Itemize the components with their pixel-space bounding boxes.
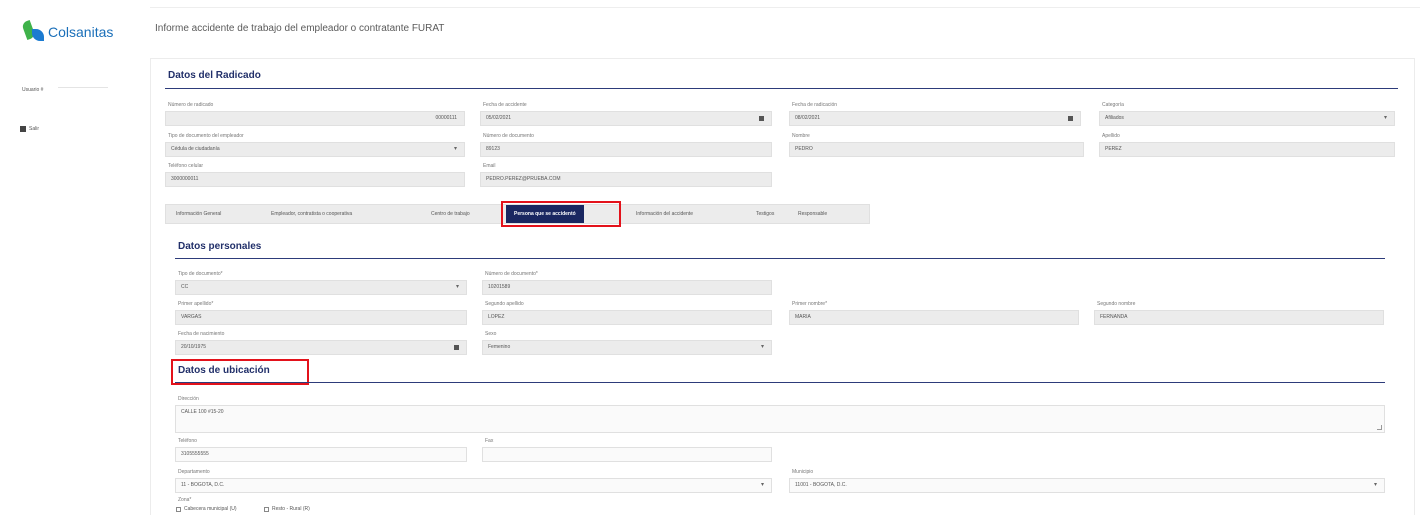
- label-segundo-apellido: Segundo apellido: [485, 301, 524, 307]
- section-divider-ubicacion: [175, 382, 1385, 383]
- tipo-doc-empleador-select[interactable]: Cédula de ciudadanía ▾: [165, 142, 465, 157]
- label-fecha-nacimiento: Fecha de nacimiento: [178, 331, 225, 337]
- label-tipo-doc: Tipo de documento*: [178, 271, 223, 277]
- highlight-box-active-tab: [501, 201, 621, 227]
- tab-testigos[interactable]: Testigos: [756, 205, 774, 223]
- chevron-down-icon: ▾: [760, 344, 764, 350]
- tab-informacion-accidente[interactable]: Información del accidente: [636, 205, 693, 223]
- label-email: Email: [483, 163, 496, 169]
- telefono-celular-field: 3000000011: [165, 172, 465, 187]
- label-fecha-accidente: Fecha de accidente: [483, 102, 527, 108]
- zona-urbana-radio[interactable]: Cabecera municipal (U): [176, 506, 237, 512]
- label-telefono-celular: Teléfono celular: [168, 163, 204, 169]
- direccion-textarea[interactable]: CALLE 100 #15-20: [175, 405, 1385, 433]
- telefono-input[interactable]: 3105555555: [175, 447, 467, 462]
- label-segundo-nombre: Segundo nombre: [1097, 301, 1136, 307]
- segundo-nombre-field: FERNANDA: [1094, 310, 1384, 325]
- label-departamento: Departamento: [178, 469, 210, 475]
- label-numero-radicado: Número de radicado: [168, 102, 214, 108]
- colsanitas-logo[interactable]: Colsanitas: [21, 20, 114, 44]
- numero-doc-field: 89123: [480, 142, 772, 157]
- label-fax: Fax: [485, 438, 494, 444]
- chevron-down-icon: ▾: [455, 284, 459, 290]
- label-primer-apellido: Primer apellido*: [178, 301, 214, 307]
- fecha-radicacion-field[interactable]: 08/02/2021: [789, 111, 1081, 126]
- logo-text: Colsanitas: [48, 24, 114, 40]
- tab-informacion-general[interactable]: Información General: [176, 205, 221, 223]
- tab-responsable[interactable]: Responsable: [798, 205, 827, 223]
- label-direccion: Dirección: [178, 396, 199, 402]
- label-nombre: Nombre: [792, 133, 810, 139]
- segundo-apellido-field: LOPEZ: [482, 310, 772, 325]
- label-telefono: Teléfono: [178, 438, 197, 444]
- departamento-select[interactable]: 11 - BOGOTA, D.C. ▾: [175, 478, 772, 493]
- section-title-radicado: Datos del Radicado: [168, 70, 261, 81]
- logout-button[interactable]: Salir: [20, 126, 39, 132]
- fax-input[interactable]: [482, 447, 772, 462]
- apellido-field: PEREZ: [1099, 142, 1395, 157]
- label-primer-nombre: Primer nombre*: [792, 301, 828, 307]
- sidebar-user-label: Usuario #: [22, 87, 44, 93]
- chevron-down-icon: ▾: [1373, 482, 1377, 488]
- label-tipo-doc-empleador: Tipo de documento del empleador: [168, 133, 244, 139]
- zona-rural-checkbox[interactable]: [264, 506, 269, 512]
- tipo-doc-select[interactable]: CC ▾: [175, 280, 467, 295]
- section-title-personales: Datos personales: [178, 241, 262, 252]
- label-fecha-radicacion: Fecha de radicación: [792, 102, 838, 108]
- primer-apellido-field: VARGAS: [175, 310, 467, 325]
- zona-rural-radio[interactable]: Resto - Rural (R): [264, 506, 310, 512]
- sidebar-divider: [58, 87, 108, 88]
- chevron-down-icon: ▾: [453, 146, 457, 152]
- calendar-icon[interactable]: [454, 345, 459, 350]
- label-sexo: Sexo: [485, 331, 497, 337]
- label-zona: Zona*: [178, 497, 192, 503]
- colsanitas-logo-icon: [21, 20, 46, 44]
- section-divider-personales: [175, 258, 1385, 259]
- header-divider: [150, 7, 1420, 8]
- chevron-down-icon: ▾: [760, 482, 764, 488]
- resize-handle-icon[interactable]: [1377, 425, 1382, 430]
- label-categoria: Categoría: [1102, 102, 1124, 108]
- nombre-field: PEDRO: [789, 142, 1084, 157]
- numero-doc-persona-field: 10201589: [482, 280, 772, 295]
- email-field: PEDRO.PEREZ@PRUEBA.COM: [480, 172, 772, 187]
- tab-empleador[interactable]: Empleador, contratista o cooperativa: [271, 205, 352, 223]
- categoria-select[interactable]: Afiliados ▾: [1099, 111, 1395, 126]
- fecha-accidente-field[interactable]: 05/02/2021: [480, 111, 772, 126]
- logout-icon: [20, 126, 26, 132]
- zona-urbana-checkbox[interactable]: [176, 506, 181, 512]
- label-numero-doc: Número de documento: [483, 133, 534, 139]
- logout-label: Salir: [29, 126, 40, 132]
- label-numero-doc-persona: Número de documento*: [485, 271, 538, 277]
- section-divider-radicado: [165, 88, 1398, 89]
- calendar-icon[interactable]: [1068, 116, 1073, 121]
- chevron-down-icon: ▾: [1383, 115, 1387, 121]
- primer-nombre-field: MARIA: [789, 310, 1079, 325]
- calendar-icon[interactable]: [759, 116, 764, 121]
- fecha-nacimiento-field[interactable]: 20/10/1975: [175, 340, 467, 355]
- sexo-select[interactable]: Femenino ▾: [482, 340, 772, 355]
- page-title: Informe accidente de trabajo del emplead…: [155, 23, 445, 34]
- label-municipio: Municipio: [792, 469, 814, 475]
- tab-centro-trabajo[interactable]: Centro de trabajo: [431, 205, 470, 223]
- numero-radicado-field: 00000111: [165, 111, 465, 126]
- municipio-select[interactable]: 11001 - BOGOTA, D.C. ▾: [789, 478, 1385, 493]
- zona-urbana-label: Cabecera municipal (U): [184, 506, 237, 512]
- zona-rural-label: Resto - Rural (R): [272, 506, 310, 512]
- label-apellido: Apellido: [1102, 133, 1120, 139]
